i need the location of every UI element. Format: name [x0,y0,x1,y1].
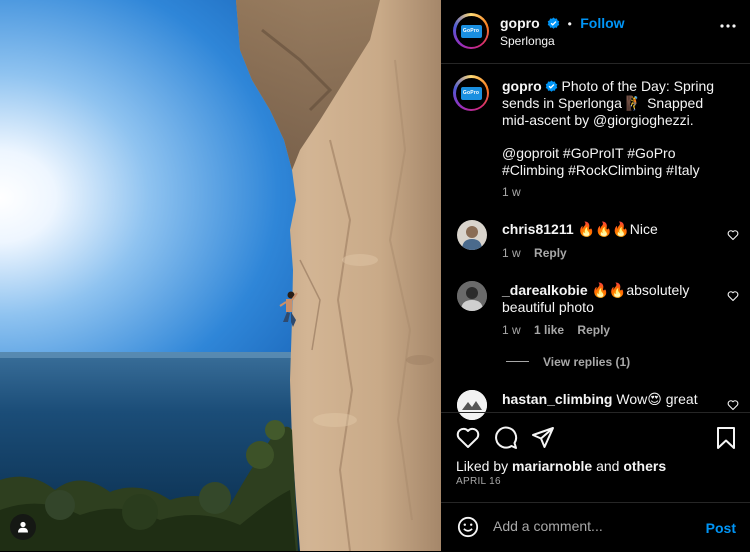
caption-text: gopro Photo of the Day: Spring sends in … [502,78,742,179]
reply-button[interactable]: Reply [577,323,610,337]
avatar-image [457,281,487,311]
likes-summary: Liked by mariarnoble and others [456,458,666,474]
comment-body: hastan_climbing Wow😍 great [502,391,698,408]
comment-likes[interactable]: 1 like [534,323,564,337]
post-actions-bar: Liked by mariarnoble and others APRIL 16 [441,412,750,503]
liked-by-others[interactable]: others [623,458,666,474]
more-options-icon[interactable] [720,24,736,28]
comment-text: 🔥🔥🔥Nice [577,221,658,237]
caption-time[interactable]: 1 w [502,185,521,199]
comment-body: _darealkobie 🔥🔥absolutely beautiful phot… [502,282,738,316]
caption-line: Photo of the Day: Spring [561,78,715,94]
replies-divider-line [506,361,529,362]
heart-icon[interactable] [456,427,480,449]
commenter-avatar[interactable] [457,281,487,311]
reply-button[interactable]: Reply [534,246,567,260]
header-separator: • [567,17,572,31]
author-username[interactable]: gopro [500,15,540,31]
comment-bubble-icon[interactable] [494,426,518,450]
commenter-username[interactable]: hastan_climbing [502,391,612,407]
share-plane-icon[interactable] [531,426,555,450]
commenter-avatar[interactable] [457,220,487,250]
caption-username[interactable]: gopro [502,78,542,94]
user-tag-icon [18,521,28,533]
comment-time[interactable]: 1 w [502,246,521,260]
caption-line: @goproit #GoProIT #GoPro [502,145,676,161]
heart-icon[interactable] [727,399,739,411]
author-avatar[interactable]: GoPro [453,13,489,49]
add-comment-bar: Post [441,502,750,552]
bookmark-icon[interactable] [716,426,736,450]
comment-input[interactable] [493,518,693,534]
heart-icon[interactable] [727,290,739,302]
caption-avatar[interactable]: GoPro [453,75,489,111]
post-photo[interactable] [0,0,441,551]
comment-text: Wow😍 great [616,391,698,407]
commenter-username[interactable]: _darealkobie [502,282,588,298]
caption-line: mid-ascent by @giorgioghezzi. [502,112,694,128]
post-side-panel: GoPro gopro • Follow Sperlonga GoPro gop… [441,0,750,551]
heart-icon[interactable] [727,229,739,241]
comment-text: 🔥🔥absolutely [591,282,690,298]
verified-badge-icon [545,80,557,92]
post-location[interactable]: Sperlonga [500,34,555,48]
verified-badge-icon [547,17,560,29]
view-replies-button[interactable]: View replies (1) [543,355,630,369]
header-name-row: gopro • Follow [500,15,625,33]
follow-button[interactable]: Follow [580,15,624,31]
liked-by-and: and [596,458,620,474]
comment-meta: 1 w 1 like Reply [502,323,610,337]
climbing-photo-image [0,0,441,551]
avatar-image [462,226,482,250]
comment-text: beautiful photo [502,299,594,315]
post-date[interactable]: APRIL 16 [456,476,501,487]
caption-line: #Climbing #RockClimbing #Italy [502,162,700,178]
caption-line: sends in Sperlonga 🧗 Snapped [502,95,704,111]
user-tag-button[interactable] [10,514,36,540]
commenter-username[interactable]: chris81211 [502,221,574,237]
emoji-smiley-icon[interactable] [457,516,479,538]
post-comment-button[interactable]: Post [706,520,736,536]
comment-time[interactable]: 1 w [502,323,521,337]
gopro-logo: GoPro [460,24,482,38]
liked-by-user[interactable]: mariarnoble [512,458,592,474]
gopro-logo: GoPro [460,86,482,100]
liked-by-prefix: Liked by [456,458,509,474]
comment-meta: 1 w Reply [502,246,567,260]
comment-body: chris81211 🔥🔥🔥Nice [502,221,658,238]
post-header: GoPro gopro • Follow Sperlonga [441,0,750,64]
